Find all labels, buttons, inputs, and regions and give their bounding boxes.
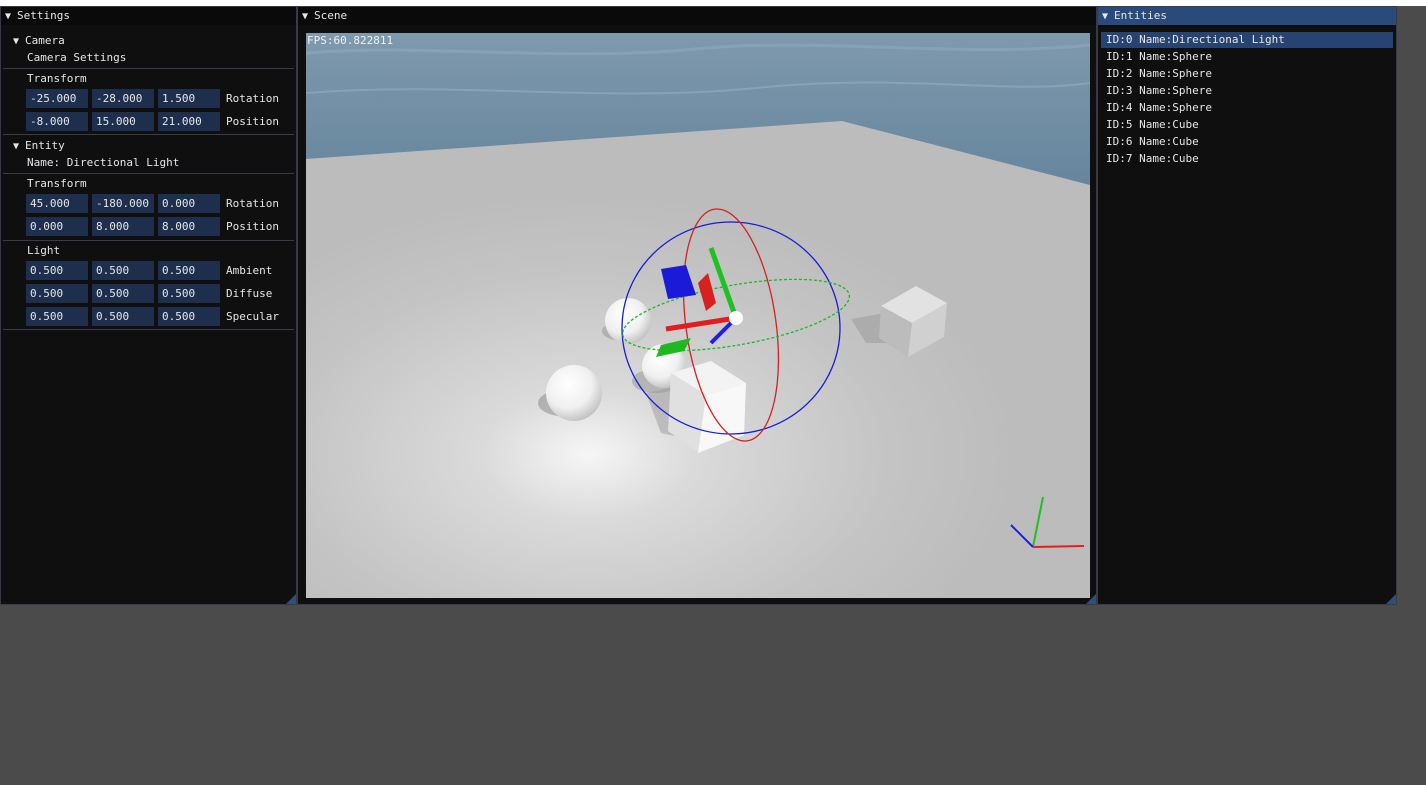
collapse-triangle-icon[interactable]: ▼ [302,8,314,26]
entity-list-item[interactable]: ID:4 Name:Sphere [1101,100,1393,116]
camera-position-z-field[interactable]: 21.000 [158,112,220,131]
entity-list-item[interactable]: ID:7 Name:Cube [1101,151,1393,167]
camera-position-y-field[interactable]: 15.000 [92,112,154,131]
scene-render [306,33,1090,598]
collapse-triangle-icon: ▼ [13,36,20,47]
entity-name-line: Name: Directional Light [27,156,180,169]
settings-title: Settings [17,9,70,22]
divider [3,240,294,241]
sphere-object[interactable] [605,298,651,344]
specular-label: Specular [226,310,279,323]
diffuse-b-field[interactable]: 0.500 [158,284,220,303]
entity-position-x-field[interactable]: 0.000 [26,217,88,236]
entity-rotation-label: Rotation [226,197,279,210]
camera-position-x-field[interactable]: -8.000 [26,112,88,131]
resize-grip-icon[interactable] [286,594,296,604]
diffuse-g-field[interactable]: 0.500 [92,284,154,303]
diffuse-label: Diffuse [226,287,273,300]
entity-rotation-z-field[interactable]: 0.000 [158,194,220,213]
entity-list-item[interactable]: ID:0 Name:Directional Light [1101,32,1393,48]
divider [3,173,294,174]
specular-g-field[interactable]: 0.500 [92,307,154,326]
collapse-triangle-icon[interactable]: ▼ [5,8,17,26]
fps-counter: FPS:60.822811 [307,34,394,47]
ambient-label: Ambient [226,264,273,277]
entity-position-z-field[interactable]: 8.000 [158,217,220,236]
entity-position-y-field[interactable]: 8.000 [92,217,154,236]
entity-list-item[interactable]: ID:6 Name:Cube [1101,134,1393,150]
scene-titlebar[interactable]: ▼ Scene [298,7,1096,25]
camera-subtitle: Camera Settings [27,51,127,64]
entities-title: Entities [1114,9,1167,22]
entity-rotation-x-field[interactable]: 45.000 [26,194,88,213]
camera-rotation-y-field[interactable]: -28.000 [92,89,154,108]
ambient-b-field[interactable]: 0.500 [158,261,220,280]
camera-rotation-label: Rotation [226,92,279,105]
specular-b-field[interactable]: 0.500 [158,307,220,326]
camera-rotation-z-field[interactable]: 1.500 [158,89,220,108]
entity-position-label: Position [226,220,279,233]
camera-transform-label: Transform [27,72,87,85]
entity-list-item[interactable]: ID:3 Name:Sphere [1101,83,1393,99]
scene-window: ▼ Scene FPS:60.822811 [297,6,1097,605]
light-header: Light [27,244,61,257]
entity-list-item[interactable]: ID:1 Name:Sphere [1101,49,1393,65]
specular-r-field[interactable]: 0.500 [26,307,88,326]
camera-header-label: Camera [25,34,65,47]
collapse-triangle-icon: ▼ [13,141,20,152]
entity-header[interactable]: ▼ Entity [13,139,65,154]
divider [3,134,294,135]
entities-window: ▼ Entities ID:0 Name:Directional Light ID… [1097,6,1397,605]
diffuse-r-field[interactable]: 0.500 [26,284,88,303]
camera-rotation-x-field[interactable]: -25.000 [26,89,88,108]
entity-header-label: Entity [25,139,65,152]
entity-transform-label: Transform [27,177,87,190]
entity-rotation-y-field[interactable]: -180.000 [92,194,154,213]
sphere-object[interactable] [546,365,602,421]
divider [3,329,294,330]
camera-header[interactable]: ▼ Camera [13,34,65,49]
floor-plane [306,121,1090,598]
entities-titlebar[interactable]: ▼ Entities [1098,7,1396,25]
scene-title: Scene [314,9,348,22]
ambient-g-field[interactable]: 0.500 [92,261,154,280]
camera-position-label: Position [226,115,279,128]
entity-list-item[interactable]: ID:2 Name:Sphere [1101,66,1393,82]
scene-viewport[interactable]: FPS:60.822811 [306,33,1090,598]
resize-grip-icon[interactable] [1086,594,1096,604]
divider [3,68,294,69]
settings-titlebar[interactable]: ▼ Settings [1,7,296,25]
collapse-triangle-icon[interactable]: ▼ [1102,8,1114,26]
settings-window: ▼ Settings ▼ Camera Camera Settings Transf… [0,6,297,605]
resize-grip-icon[interactable] [1386,594,1396,604]
ambient-r-field[interactable]: 0.500 [26,261,88,280]
entity-list-item[interactable]: ID:5 Name:Cube [1101,117,1393,133]
